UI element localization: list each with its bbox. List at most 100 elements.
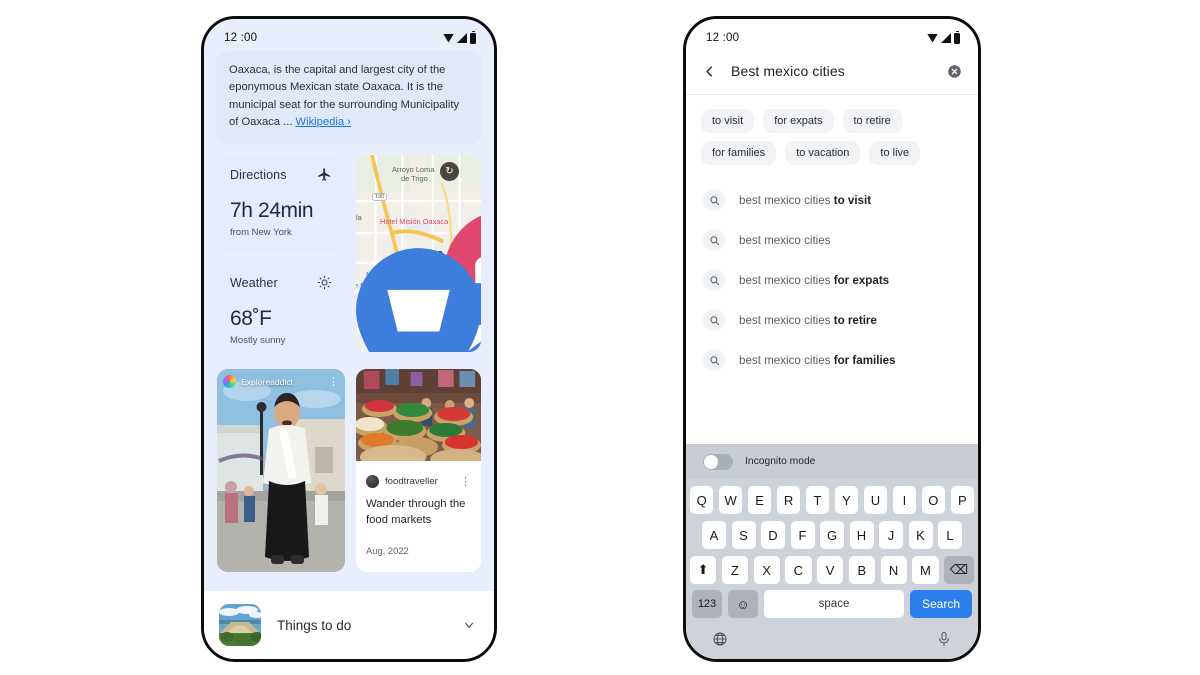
- key-v[interactable]: V: [817, 556, 844, 584]
- food-market-photo: [356, 369, 481, 470]
- incognito-mode-row[interactable]: Incognito mode: [686, 444, 978, 479]
- weather-header: Weather: [230, 275, 332, 290]
- map-label-hotel-mision-oaxaca: Hotel Misión Oaxaca: [380, 217, 449, 227]
- landscape-thumbnail-image: [219, 604, 261, 646]
- wikipedia-snippet-card[interactable]: Oaxaca, is the capital and largest city …: [216, 51, 482, 145]
- list-item[interactable]: best mexico cities for families: [686, 340, 978, 380]
- map-label-arroyo-loma: Arroyo Loma: [392, 165, 435, 175]
- wifi-icon: [927, 33, 938, 43]
- key-f[interactable]: F: [790, 521, 815, 549]
- more-icon[interactable]: ⋮: [328, 376, 339, 387]
- signal-icon: [457, 33, 467, 43]
- key-u[interactable]: U: [863, 486, 888, 514]
- backspace-icon[interactable]: ⌫: [944, 556, 974, 584]
- clear-icon[interactable]: [947, 64, 962, 79]
- map-card[interactable]: 190 175 Arroyo Loma de Trigo Hotel Misió…: [356, 155, 481, 353]
- suggestion-text: best mexico cities for expats: [739, 273, 890, 287]
- search-icon: [703, 309, 725, 331]
- map-column: 190 175 Arroyo Loma de Trigo Hotel Misió…: [356, 155, 481, 360]
- list-item[interactable]: best mexico cities for expats: [686, 260, 978, 300]
- incognito-toggle[interactable]: [703, 453, 733, 470]
- emoji-icon[interactable]: ☺: [728, 590, 758, 618]
- key-d[interactable]: D: [761, 521, 785, 549]
- chip-to-visit[interactable]: to visit: [701, 109, 755, 133]
- list-item[interactable]: best mexico cities to visit: [686, 180, 978, 220]
- travel-post-date: Aug, 2022: [366, 544, 409, 556]
- directions-duration: 7h 24min: [230, 199, 314, 223]
- keyboard-row-2: A S D F G H J K L: [686, 521, 978, 549]
- search-suggestion-list: best mexico cities to visit best mexico …: [686, 171, 978, 380]
- airplane-icon: [318, 168, 331, 182]
- key-g[interactable]: G: [820, 521, 844, 549]
- chip-to-vacation[interactable]: to vacation: [785, 141, 861, 165]
- travel-post-username: foodtraveller: [385, 476, 438, 488]
- chip-to-live[interactable]: to live: [869, 141, 921, 165]
- key-x[interactable]: X: [753, 556, 780, 584]
- key-e[interactable]: E: [747, 486, 772, 514]
- info-grid: Directions 7h 24min from New York Weathe…: [204, 144, 494, 361]
- search-key[interactable]: Search: [910, 590, 972, 618]
- key-s[interactable]: S: [731, 521, 756, 549]
- more-icon[interactable]: ⋮: [460, 476, 471, 487]
- key-o[interactable]: O: [921, 486, 946, 514]
- list-item[interactable]: best mexico cities: [686, 220, 978, 260]
- chip-to-retire[interactable]: to retire: [842, 109, 902, 133]
- keyboard-row-1: Q W E R T Y U I O P: [686, 486, 978, 514]
- search-icon: [703, 349, 725, 371]
- key-p[interactable]: P: [950, 486, 975, 514]
- directions-title: Directions: [230, 167, 287, 182]
- instagram-username: Exploreaddict: [241, 376, 294, 387]
- key-l[interactable]: L: [938, 521, 962, 549]
- key-m[interactable]: M: [912, 556, 939, 584]
- key-j[interactable]: J: [879, 521, 903, 549]
- key-h[interactable]: H: [849, 521, 874, 549]
- search-input[interactable]: Best mexico cities: [731, 63, 933, 79]
- directions-card[interactable]: Directions 7h 24min from New York: [217, 155, 345, 253]
- wikipedia-link[interactable]: Wikipedia ›: [296, 116, 351, 128]
- key-a[interactable]: A: [702, 521, 726, 549]
- chip-for-families[interactable]: for families: [701, 141, 777, 165]
- travel-post-title: Wander through the food markets: [366, 498, 466, 526]
- shift-icon[interactable]: ⬆: [690, 556, 717, 584]
- directions-header: Directions: [230, 167, 332, 182]
- key-z[interactable]: Z: [721, 556, 748, 584]
- weather-temperature: 68˚F: [230, 307, 272, 331]
- key-r[interactable]: R: [776, 486, 801, 514]
- instagram-card[interactable]: Exploreaddict ⋮: [217, 369, 345, 573]
- key-c[interactable]: C: [785, 556, 812, 584]
- things-to-do-row[interactable]: Things to do: [204, 591, 494, 659]
- battery-icon: [470, 30, 476, 44]
- chevron-down-icon[interactable]: [462, 618, 476, 632]
- suggestion-text: best mexico cities for families: [739, 353, 896, 367]
- numeric-key[interactable]: 123: [692, 590, 722, 618]
- key-y[interactable]: Y: [834, 486, 859, 514]
- chip-for-expats[interactable]: for expats: [763, 109, 834, 133]
- key-t[interactable]: T: [805, 486, 830, 514]
- list-item[interactable]: best mexico cities to retire: [686, 300, 978, 340]
- travel-post-card[interactable]: foodtraveller ⋮ Wander through the food …: [356, 369, 481, 573]
- signal-icon: [941, 33, 951, 43]
- screenshot-stage: 12 :00 Oaxaca, is the capital and larges…: [0, 0, 1200, 675]
- microphone-icon[interactable]: [936, 631, 952, 647]
- keyboard-row-3: ⬆ Z X C V B N M ⌫: [686, 556, 978, 584]
- keyboard-bottom-bar: [686, 621, 978, 657]
- status-icon-group: [927, 30, 960, 44]
- back-arrow-icon[interactable]: [702, 64, 717, 79]
- key-q[interactable]: Q: [689, 486, 714, 514]
- search-bar[interactable]: Best mexico cities: [686, 49, 978, 94]
- weather-card[interactable]: Weather 68˚F Mostly sunny: [217, 263, 345, 361]
- key-b[interactable]: B: [848, 556, 875, 584]
- globe-icon[interactable]: [712, 631, 728, 647]
- key-i[interactable]: I: [892, 486, 917, 514]
- key-w[interactable]: W: [718, 486, 743, 514]
- instagram-overlay: Exploreaddict ⋮: [223, 375, 339, 389]
- incognito-mode-label: Incognito mode: [745, 456, 816, 467]
- instagram-photo: [217, 369, 345, 573]
- map-label-de-trigo: de Trigo: [401, 174, 428, 184]
- map-pin-chedraui[interactable]: [414, 335, 481, 353]
- weather-title: Weather: [230, 275, 278, 290]
- space-key[interactable]: space: [764, 590, 904, 618]
- key-n[interactable]: N: [880, 556, 907, 584]
- toggle-knob: [704, 454, 718, 469]
- key-k[interactable]: K: [908, 521, 933, 549]
